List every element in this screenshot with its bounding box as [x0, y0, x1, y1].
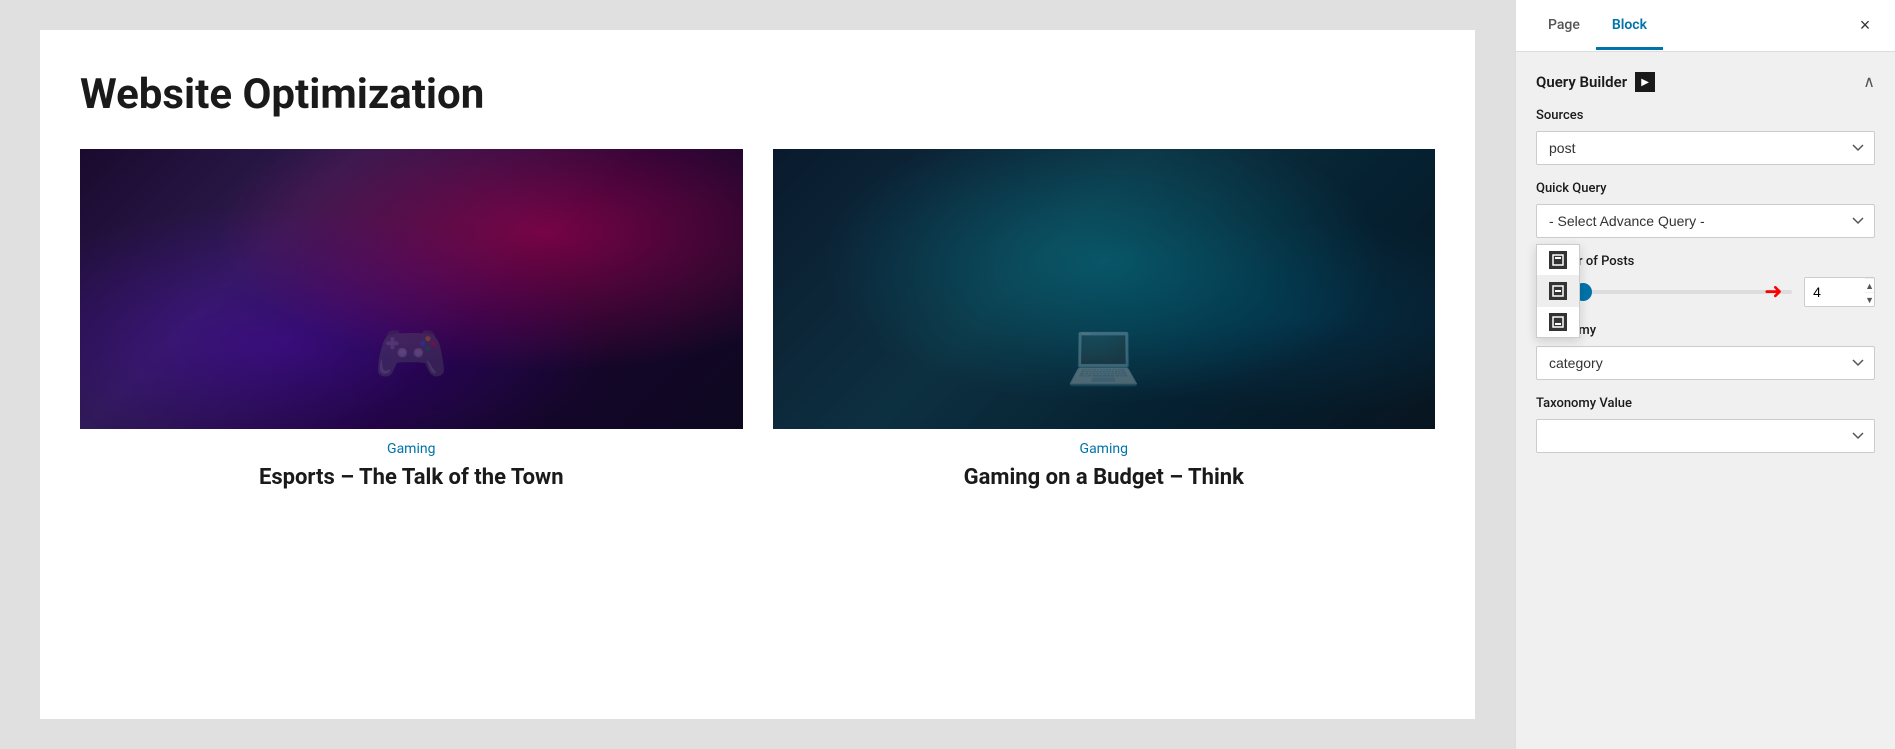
close-button[interactable]: × [1851, 12, 1879, 40]
sources-label: Sources [1536, 108, 1875, 123]
popup-item-2[interactable] [1537, 276, 1579, 307]
spinner-down[interactable]: ▼ [1865, 292, 1874, 306]
quick-query-popup [1536, 244, 1580, 338]
main-content: Website Optimization Gaming Esports – Th… [0, 0, 1515, 749]
sidebar-tabs: Page Block × [1516, 0, 1895, 52]
tab-block[interactable]: Block [1596, 3, 1663, 50]
number-of-posts-label: Number of Posts [1536, 254, 1875, 269]
query-builder-label: Query Builder [1536, 73, 1627, 91]
post-category-2[interactable]: Gaming [773, 441, 1436, 457]
post-image-1 [80, 149, 743, 429]
popup-item-3[interactable] [1537, 307, 1579, 337]
taxonomy-value-select[interactable] [1536, 419, 1875, 453]
post-image-2 [773, 149, 1436, 429]
section-header: Query Builder ▶ ∧ [1536, 72, 1875, 92]
popup-icon-3 [1549, 313, 1567, 331]
red-arrow-indicator: ➜ [1764, 280, 1782, 305]
taxonomy-label: Taxonomy [1536, 323, 1875, 338]
number-spinners: ▲ ▼ [1865, 278, 1874, 306]
post-heading-2: Gaming on a Budget – Think [773, 465, 1436, 490]
page-title: Website Optimization [80, 70, 1435, 119]
collapse-button[interactable]: ∧ [1863, 72, 1875, 92]
taxonomy-value-label: Taxonomy Value [1536, 396, 1875, 411]
posts-grid: Gaming Esports – The Talk of the Town Ga… [80, 149, 1435, 490]
query-builder-icon-btn[interactable]: ▶ [1635, 72, 1655, 92]
sidebar-body: Query Builder ▶ ∧ Sources post Quick Que… [1516, 52, 1895, 749]
tab-page[interactable]: Page [1532, 3, 1596, 50]
popup-item-1[interactable] [1537, 245, 1579, 276]
post-category-1[interactable]: Gaming [80, 441, 743, 457]
post-card: Gaming Esports – The Talk of the Town [80, 149, 743, 490]
number-of-posts-section: Number of Posts 4 ▲ ▼ ➜ [1536, 254, 1875, 307]
taxonomy-select[interactable]: category [1536, 346, 1875, 380]
quick-query-container: - Select Advance Query - [1536, 204, 1875, 238]
posts-count-input[interactable]: 4 [1805, 278, 1865, 306]
quick-query-select[interactable]: - Select Advance Query - [1536, 204, 1875, 238]
popup-icon-1 [1549, 251, 1567, 269]
post-heading-1: Esports – The Talk of the Town [80, 465, 743, 490]
quick-query-label: Quick Query [1536, 181, 1875, 196]
post-card: Gaming Gaming on a Budget – Think [773, 149, 1436, 490]
slider-row: 4 ▲ ▼ ➜ [1536, 277, 1875, 307]
popup-icon-2 [1549, 282, 1567, 300]
spinner-up[interactable]: ▲ [1865, 278, 1874, 292]
page-canvas: Website Optimization Gaming Esports – Th… [40, 30, 1475, 719]
sidebar: Page Block × Query Builder ▶ ∧ Sources p… [1515, 0, 1895, 749]
section-title: Query Builder ▶ [1536, 72, 1655, 92]
sources-select[interactable]: post [1536, 131, 1875, 165]
